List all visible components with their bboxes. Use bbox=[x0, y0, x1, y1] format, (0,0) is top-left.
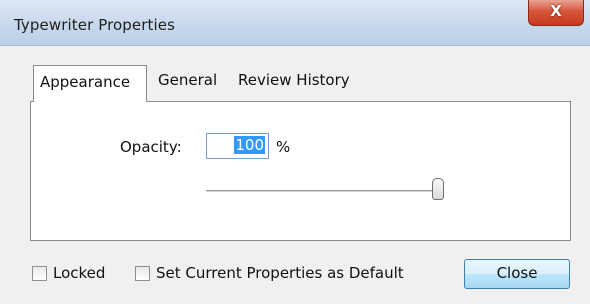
close-button[interactable]: Close bbox=[464, 259, 570, 289]
opacity-slider-track[interactable] bbox=[206, 190, 444, 193]
opacity-input[interactable]: 100 bbox=[206, 133, 269, 159]
title-bar: Typewriter Properties X bbox=[0, 0, 590, 46]
set-default-checkbox[interactable] bbox=[135, 266, 150, 281]
opacity-value: 100 bbox=[234, 136, 265, 154]
opacity-slider-thumb[interactable] bbox=[432, 178, 444, 200]
locked-checkbox[interactable] bbox=[32, 266, 47, 281]
close-icon: X bbox=[550, 2, 562, 20]
locked-label[interactable]: Locked bbox=[53, 264, 105, 282]
appearance-tab-panel bbox=[30, 101, 571, 241]
set-default-label[interactable]: Set Current Properties as Default bbox=[156, 264, 404, 282]
opacity-unit: % bbox=[276, 138, 291, 156]
window-close-button[interactable]: X bbox=[528, 0, 584, 26]
tab-review-history[interactable]: Review History bbox=[232, 65, 356, 97]
opacity-label: Opacity: bbox=[120, 138, 182, 156]
tab-appearance[interactable]: Appearance bbox=[33, 65, 147, 102]
window-title: Typewriter Properties bbox=[14, 16, 176, 34]
tab-general[interactable]: General bbox=[152, 65, 223, 97]
